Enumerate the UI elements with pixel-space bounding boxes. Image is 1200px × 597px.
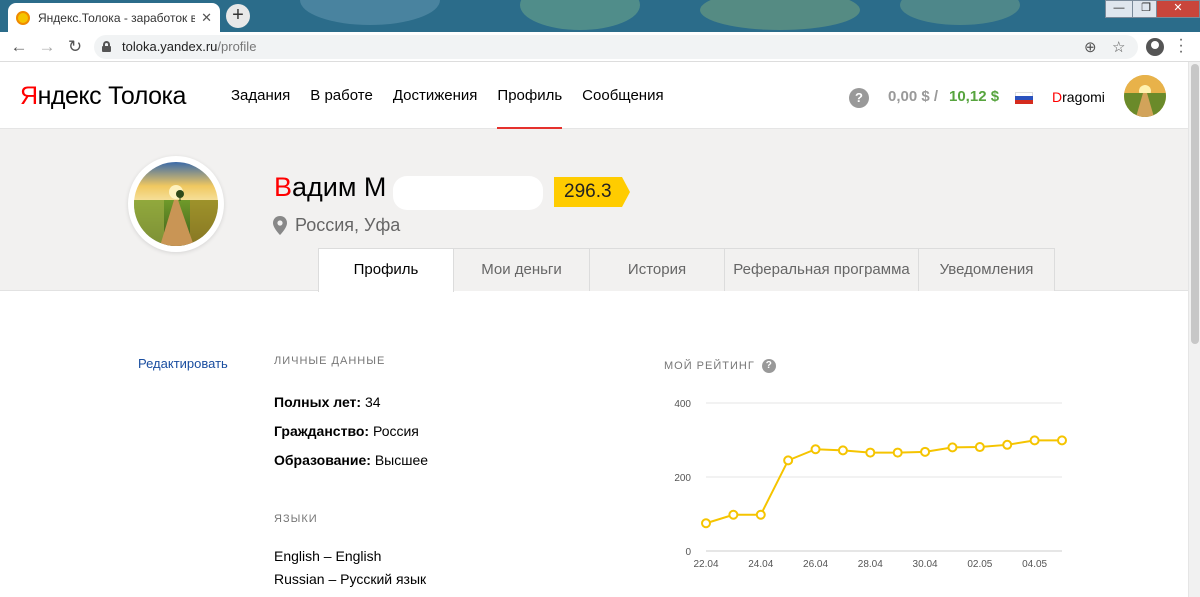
tab-notifications[interactable]: Уведомления [918,248,1055,291]
russia-flag-icon[interactable] [1015,92,1033,104]
top-nav: Задания В работе Достижения Профиль Сооб… [231,62,684,129]
rating-point [701,518,711,529]
x-tick-label: 22.04 [693,559,718,570]
user-avatar[interactable] [1124,75,1166,117]
nav-in-progress[interactable]: В работе [310,62,373,129]
rating-point [865,447,876,458]
redaction-mask [393,176,543,210]
rating-point [728,509,739,520]
username[interactable]: Dragomi [1052,89,1105,105]
rating-point [974,442,985,453]
lock-icon [102,41,111,52]
browser-tab[interactable]: Яндекс.Толока - заработок в ин ✕ [8,3,220,32]
rating-chart: 0 200 400 22.04 24.04 26.04 28.04 30.04 02.05 04.… [674,399,1067,570]
edit-profile-link[interactable]: Редактировать [138,356,228,371]
browser-tab-bar: Яндекс.Толока - заработок в ин ✕ + — ❐ ✕ [0,0,1200,32]
close-window-button[interactable]: ✕ [1156,0,1200,18]
language-item: English – English [274,548,382,564]
profile-avatar [128,156,224,252]
rating-point [1057,435,1067,446]
rating-point [1002,439,1013,450]
nav-profile[interactable]: Профиль [497,62,562,129]
profile-location: Россия, Уфа [273,215,400,236]
rating-point [810,444,821,455]
rating-point [947,442,958,453]
field-citizenship: Гражданство: Россия [274,423,419,439]
y-tick-label: 0 [685,547,691,558]
rating-point [783,455,794,466]
nav-messages[interactable]: Сообщения [582,62,663,129]
site-header: Яндекс Толока Задания В работе Достижения… [0,62,1188,129]
new-tab-button[interactable]: + [226,4,250,28]
field-age: Полных лет: 34 [274,394,381,410]
rating-point [1029,435,1040,446]
tab-title: Яндекс.Толока - заработок в ин [38,10,196,25]
reload-icon[interactable]: ↻ [66,38,84,56]
location-text: Россия, Уфа [295,215,401,235]
personal-data-heading: ЛИЧНЫЕ ДАННЫЕ [274,355,386,367]
address-bar: ← → ↻ toloka.yandex.ru/profile ⊕ ☆ · · · [0,32,1200,62]
y-tick-label: 200 [674,473,691,484]
field-education: Образование: Высшее [274,452,429,468]
nav-achievements[interactable]: Достижения [393,62,478,129]
tab-referral-program[interactable]: Реферальная программа [724,248,919,291]
tab-close-icon[interactable]: ✕ [201,10,212,26]
scrollbar-thumb[interactable] [1191,64,1199,344]
url-text: toloka.yandex.ru/profile [122,39,257,54]
tab-profile[interactable]: Профиль [318,248,454,292]
rating-point [920,446,931,457]
minimize-button[interactable]: — [1105,0,1133,18]
help-icon[interactable]: ? [849,88,869,108]
rating-point [755,509,766,520]
rating-point [837,445,848,456]
forward-arrow-icon[interactable]: → [38,38,56,56]
language-item: Russian – Русский язык [274,571,427,587]
rating-badge: 296.3 [554,177,630,207]
y-tick-label: 400 [674,399,691,410]
browser-menu-icon[interactable]: · · · [1178,32,1184,60]
profile-tabs: Профиль Мои деньги История Реферальная п… [318,248,1055,292]
yandex-toloka-logo[interactable]: Яндекс Толока [20,82,186,111]
rating-point [892,447,903,458]
x-tick-label: 04.05 [1022,559,1047,570]
profile-name: Вадим М [274,172,387,202]
x-tick-label: 26.04 [803,559,828,570]
rating-heading: МОЙ РЕЙТИНГ? [664,359,776,373]
tab-history[interactable]: История [589,248,725,291]
x-tick-label: 02.05 [967,559,992,570]
balance-available[interactable]: 10,12 $ [949,88,999,105]
zoom-icon[interactable]: ⊕ [1084,38,1097,56]
x-tick-label: 28.04 [858,559,883,570]
languages-heading: ЯЗЫКИ [274,513,318,525]
page-scrollbar[interactable] [1188,62,1200,597]
balance-pending: 0,00 $ / [888,88,939,105]
tab-my-money[interactable]: Мои деньги [453,248,590,291]
x-tick-label: 30.04 [913,559,938,570]
toloka-favicon-icon [16,10,30,25]
bookmark-star-icon[interactable]: ☆ [1112,38,1125,56]
nav-tasks[interactable]: Задания [231,62,290,129]
back-arrow-icon[interactable]: ← [10,38,28,56]
rating-help-icon[interactable]: ? [761,359,776,373]
url-field[interactable]: toloka.yandex.ru/profile ⊕ ☆ [94,35,1138,59]
x-tick-label: 24.04 [748,559,773,570]
location-pin-icon [273,216,287,235]
profile-header: Вадим М 296.3 Россия, Уфа Профиль Мои де… [0,129,1188,292]
browser-profile-icon[interactable] [1146,38,1164,56]
